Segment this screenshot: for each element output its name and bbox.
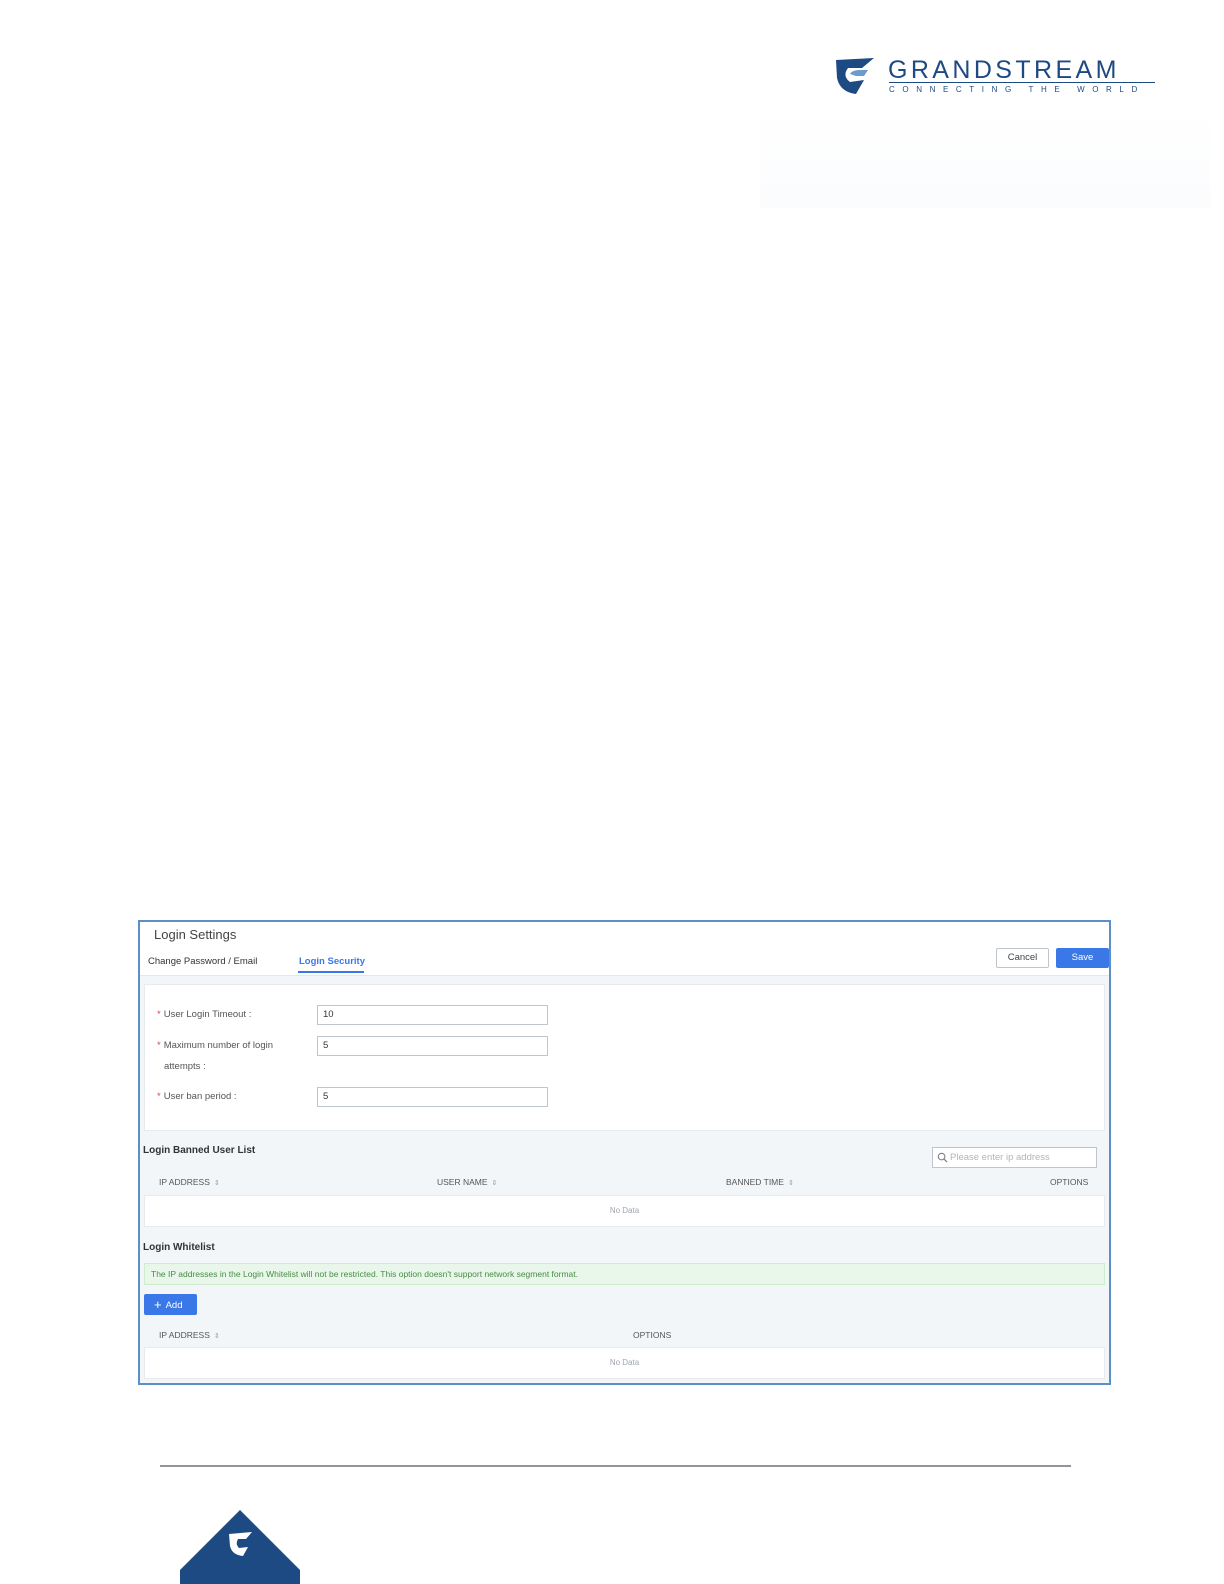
user-ban-period-label: * User ban period :	[157, 1091, 237, 1102]
search-icon	[937, 1152, 948, 1163]
active-tab-indicator	[298, 971, 364, 973]
footer-divider	[160, 1465, 1071, 1467]
whitelist-table-body: No Data	[144, 1347, 1105, 1379]
brand-tagline: CONNECTING THE WORLD	[889, 85, 1145, 94]
column-header-banned-time[interactable]: BANNED TIME ⇕	[726, 1177, 794, 1187]
column-header-options: OPTIONS	[1050, 1177, 1089, 1187]
column-header-user-name[interactable]: USER NAME ⇕	[437, 1177, 497, 1187]
user-login-timeout-label: * User Login Timeout :	[157, 1009, 252, 1020]
sort-icon: ⇕	[491, 1180, 498, 1187]
required-marker: *	[157, 1009, 161, 1020]
grandstream-logo-icon	[836, 58, 874, 94]
login-settings-screenshot: Login Settings Change Password / Email L…	[138, 920, 1111, 1385]
page-title: Login Settings	[154, 927, 237, 942]
page-header: Login Settings Change Password / Email L…	[140, 922, 1109, 976]
logo-divider	[889, 82, 1155, 83]
login-security-form: * User Login Timeout : 10 * Maximum number…	[144, 984, 1105, 1131]
ip-search-input[interactable]: Please enter ip address	[932, 1147, 1097, 1168]
sort-icon: ⇕	[787, 1180, 794, 1187]
banned-list-table-body: No Data	[144, 1195, 1105, 1227]
column-header-options: OPTIONS	[633, 1330, 672, 1340]
save-button[interactable]: Save	[1056, 948, 1109, 968]
column-header-ip-address[interactable]: IP ADDRESS ⇕	[159, 1330, 220, 1340]
max-login-attempts-label: * Maximum number of login	[157, 1040, 273, 1051]
sort-icon: ⇕	[213, 1333, 220, 1340]
banned-list-title: Login Banned User List	[143, 1145, 256, 1156]
cancel-button[interactable]: Cancel	[996, 948, 1049, 968]
max-login-attempts-input[interactable]: 5	[317, 1036, 548, 1056]
whitelist-notice: The IP addresses in the Login Whitelist …	[144, 1263, 1105, 1285]
grandstream-logo: GRANDSTREAM CONNECTING THE WORLD	[834, 54, 1164, 98]
tab-change-password-email[interactable]: Change Password / Email	[148, 956, 257, 967]
column-header-ip-address[interactable]: IP ADDRESS ⇕	[159, 1177, 220, 1187]
footer-logo-badge	[180, 1510, 300, 1584]
brand-name: GRANDSTREAM	[888, 56, 1120, 84]
user-login-timeout-input[interactable]: 10	[317, 1005, 548, 1025]
max-login-attempts-label-cont: attempts :	[164, 1061, 206, 1072]
whitelist-title: Login Whitelist	[143, 1242, 215, 1253]
header-shade	[760, 108, 1210, 208]
search-placeholder: Please enter ip address	[950, 1152, 1050, 1163]
sort-icon: ⇕	[213, 1180, 220, 1187]
empty-state: No Data	[609, 1358, 640, 1367]
empty-state: No Data	[609, 1206, 640, 1215]
required-marker: *	[157, 1040, 161, 1051]
user-ban-period-input[interactable]: 5	[317, 1087, 548, 1107]
tab-login-security[interactable]: Login Security	[299, 956, 365, 967]
add-whitelist-button[interactable]: + Add	[144, 1294, 197, 1315]
plus-icon: +	[154, 1297, 162, 1312]
required-marker: *	[157, 1091, 161, 1102]
